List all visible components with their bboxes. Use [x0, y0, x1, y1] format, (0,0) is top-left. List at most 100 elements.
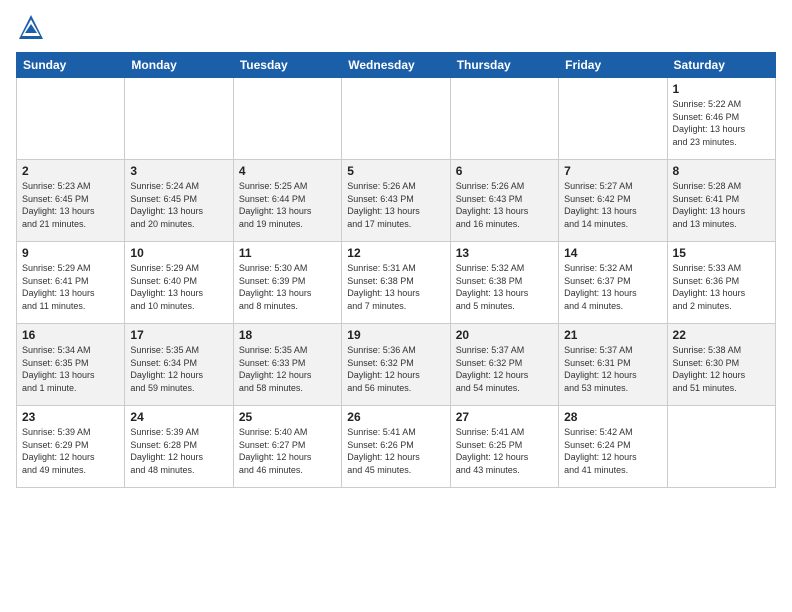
weekday-header-tuesday: Tuesday [233, 53, 341, 78]
day-info: Sunrise: 5:41 AM Sunset: 6:25 PM Dayligh… [456, 426, 553, 476]
weekday-header-row: SundayMondayTuesdayWednesdayThursdayFrid… [17, 53, 776, 78]
day-info: Sunrise: 5:39 AM Sunset: 6:28 PM Dayligh… [130, 426, 227, 476]
calendar-cell: 9 Sunrise: 5:29 AM Sunset: 6:41 PM Daylig… [17, 242, 125, 324]
page: SundayMondayTuesdayWednesdayThursdayFrid… [0, 0, 792, 612]
weekday-header-wednesday: Wednesday [342, 53, 450, 78]
weekday-header-friday: Friday [559, 53, 667, 78]
calendar-cell: 28Sunrise: 5:42 AM Sunset: 6:24 PM Dayli… [559, 406, 667, 488]
calendar-cell: 18 Sunrise: 5:35 AM Sunset: 6:33 PM Dayli… [233, 324, 341, 406]
day-info: Sunrise: 5:26 AM Sunset: 6:43 PM Dayligh… [347, 180, 444, 230]
calendar-cell: 19 Sunrise: 5:36 AM Sunset: 6:32 PM Dayli… [342, 324, 450, 406]
weekday-header-saturday: Saturday [667, 53, 775, 78]
day-info: Sunrise: 5:29 AM Sunset: 6:40 PM Dayligh… [130, 262, 227, 312]
week-row-1: 1 Sunrise: 5:22 AM Sunset: 6:46 PM Daylig… [17, 78, 776, 160]
calendar-cell: 21 Sunrise: 5:37 AM Sunset: 6:31 PM Dayli… [559, 324, 667, 406]
weekday-header-thursday: Thursday [450, 53, 558, 78]
calendar-cell: 26 Sunrise: 5:41 AM Sunset: 6:26 PM Dayli… [342, 406, 450, 488]
day-number: 2 [22, 164, 119, 178]
calendar-cell: 13 Sunrise: 5:32 AM Sunset: 6:38 PM Dayli… [450, 242, 558, 324]
day-info: Sunrise: 5:32 AM Sunset: 6:38 PM Dayligh… [456, 262, 553, 312]
calendar-cell: 12 Sunrise: 5:31 AM Sunset: 6:38 PM Dayli… [342, 242, 450, 324]
day-number: 6 [456, 164, 553, 178]
day-number: 8 [673, 164, 770, 178]
calendar-cell: 25 Sunrise: 5:40 AM Sunset: 6:27 PM Dayli… [233, 406, 341, 488]
day-info: Sunrise: 5:34 AM Sunset: 6:35 PM Dayligh… [22, 344, 119, 394]
calendar-cell: 8 Sunrise: 5:28 AM Sunset: 6:41 PM Daylig… [667, 160, 775, 242]
day-info: Sunrise: 5:37 AM Sunset: 6:32 PM Dayligh… [456, 344, 553, 394]
day-number: 26 [347, 410, 444, 424]
day-info: Sunrise: 5:22 AM Sunset: 6:46 PM Dayligh… [673, 98, 770, 148]
day-number: 17 [130, 328, 227, 342]
logo [16, 12, 52, 42]
day-number: 12 [347, 246, 444, 260]
day-info: Sunrise: 5:25 AM Sunset: 6:44 PM Dayligh… [239, 180, 336, 230]
day-number: 4 [239, 164, 336, 178]
calendar-cell [17, 78, 125, 160]
day-number: 25 [239, 410, 336, 424]
logo-icon [16, 12, 46, 42]
day-info: Sunrise: 5:38 AM Sunset: 6:30 PM Dayligh… [673, 344, 770, 394]
calendar-cell [667, 406, 775, 488]
header [16, 12, 776, 42]
day-info: Sunrise: 5:30 AM Sunset: 6:39 PM Dayligh… [239, 262, 336, 312]
day-info: Sunrise: 5:37 AM Sunset: 6:31 PM Dayligh… [564, 344, 661, 394]
day-number: 3 [130, 164, 227, 178]
calendar-cell: 24Sunrise: 5:39 AM Sunset: 6:28 PM Dayli… [125, 406, 233, 488]
day-info: Sunrise: 5:33 AM Sunset: 6:36 PM Dayligh… [673, 262, 770, 312]
day-info: Sunrise: 5:39 AM Sunset: 6:29 PM Dayligh… [22, 426, 119, 476]
day-number: 20 [456, 328, 553, 342]
day-info: Sunrise: 5:28 AM Sunset: 6:41 PM Dayligh… [673, 180, 770, 230]
day-number: 15 [673, 246, 770, 260]
week-row-5: 23 Sunrise: 5:39 AM Sunset: 6:29 PM Dayli… [17, 406, 776, 488]
week-row-2: 2 Sunrise: 5:23 AM Sunset: 6:45 PM Daylig… [17, 160, 776, 242]
day-info: Sunrise: 5:29 AM Sunset: 6:41 PM Dayligh… [22, 262, 119, 312]
day-number: 22 [673, 328, 770, 342]
calendar-cell: 11 Sunrise: 5:30 AM Sunset: 6:39 PM Dayli… [233, 242, 341, 324]
calendar-cell: 23 Sunrise: 5:39 AM Sunset: 6:29 PM Dayli… [17, 406, 125, 488]
day-number: 10 [130, 246, 227, 260]
calendar-cell [125, 78, 233, 160]
day-number: 18 [239, 328, 336, 342]
day-number: 14 [564, 246, 661, 260]
day-number: 28 [564, 410, 661, 424]
day-number: 21 [564, 328, 661, 342]
day-info: Sunrise: 5:35 AM Sunset: 6:34 PM Dayligh… [130, 344, 227, 394]
day-info: Sunrise: 5:40 AM Sunset: 6:27 PM Dayligh… [239, 426, 336, 476]
calendar-cell: 5 Sunrise: 5:26 AM Sunset: 6:43 PM Daylig… [342, 160, 450, 242]
day-info: Sunrise: 5:23 AM Sunset: 6:45 PM Dayligh… [22, 180, 119, 230]
calendar-cell: 4 Sunrise: 5:25 AM Sunset: 6:44 PM Daylig… [233, 160, 341, 242]
calendar-cell: 20 Sunrise: 5:37 AM Sunset: 6:32 PM Dayli… [450, 324, 558, 406]
day-info: Sunrise: 5:31 AM Sunset: 6:38 PM Dayligh… [347, 262, 444, 312]
calendar-cell: 16 Sunrise: 5:34 AM Sunset: 6:35 PM Dayli… [17, 324, 125, 406]
weekday-header-sunday: Sunday [17, 53, 125, 78]
day-number: 23 [22, 410, 119, 424]
day-number: 16 [22, 328, 119, 342]
calendar: SundayMondayTuesdayWednesdayThursdayFrid… [16, 52, 776, 488]
week-row-3: 9 Sunrise: 5:29 AM Sunset: 6:41 PM Daylig… [17, 242, 776, 324]
day-number: 1 [673, 82, 770, 96]
calendar-cell [233, 78, 341, 160]
day-number: 11 [239, 246, 336, 260]
day-number: 13 [456, 246, 553, 260]
weekday-header-monday: Monday [125, 53, 233, 78]
day-number: 7 [564, 164, 661, 178]
day-number: 9 [22, 246, 119, 260]
day-info: Sunrise: 5:24 AM Sunset: 6:45 PM Dayligh… [130, 180, 227, 230]
calendar-cell: 27 Sunrise: 5:41 AM Sunset: 6:25 PM Dayli… [450, 406, 558, 488]
calendar-cell: 6Sunrise: 5:26 AM Sunset: 6:43 PM Daylig… [450, 160, 558, 242]
week-row-4: 16 Sunrise: 5:34 AM Sunset: 6:35 PM Dayli… [17, 324, 776, 406]
day-number: 5 [347, 164, 444, 178]
calendar-cell: 17 Sunrise: 5:35 AM Sunset: 6:34 PM Dayli… [125, 324, 233, 406]
day-number: 19 [347, 328, 444, 342]
calendar-cell: 15 Sunrise: 5:33 AM Sunset: 6:36 PM Dayli… [667, 242, 775, 324]
calendar-cell: 22 Sunrise: 5:38 AM Sunset: 6:30 PM Dayli… [667, 324, 775, 406]
day-info: Sunrise: 5:32 AM Sunset: 6:37 PM Dayligh… [564, 262, 661, 312]
day-info: Sunrise: 5:41 AM Sunset: 6:26 PM Dayligh… [347, 426, 444, 476]
calendar-cell [450, 78, 558, 160]
day-number: 27 [456, 410, 553, 424]
calendar-cell: 2 Sunrise: 5:23 AM Sunset: 6:45 PM Daylig… [17, 160, 125, 242]
day-info: Sunrise: 5:35 AM Sunset: 6:33 PM Dayligh… [239, 344, 336, 394]
calendar-cell: 10 Sunrise: 5:29 AM Sunset: 6:40 PM Dayli… [125, 242, 233, 324]
day-info: Sunrise: 5:27 AM Sunset: 6:42 PM Dayligh… [564, 180, 661, 230]
day-info: Sunrise: 5:36 AM Sunset: 6:32 PM Dayligh… [347, 344, 444, 394]
